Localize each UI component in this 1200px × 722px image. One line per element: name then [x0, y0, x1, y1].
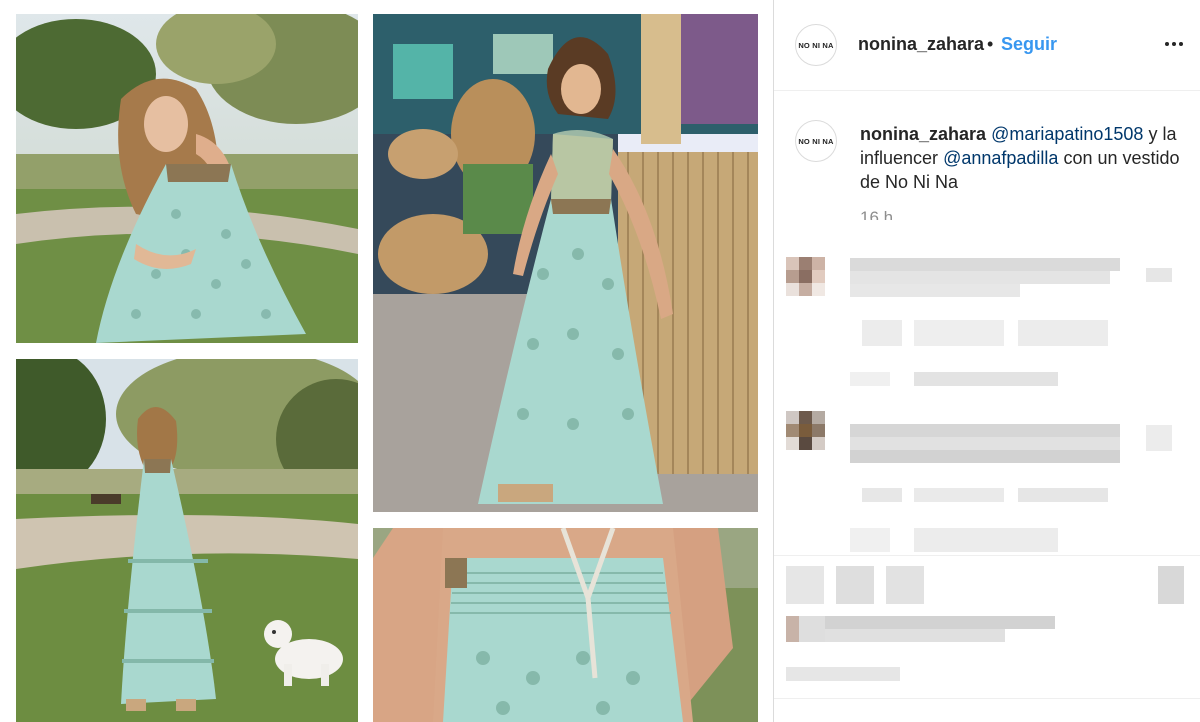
- mention-link[interactable]: @annafpadilla: [943, 148, 1058, 168]
- timestamp-mask: [854, 220, 914, 232]
- photo-dress-back-detail: [373, 528, 758, 722]
- photo-woman-tv-set: [373, 14, 758, 512]
- photo-woman-crouching-park: [16, 14, 358, 343]
- caption-avatar-label: NO NI NA: [798, 136, 834, 146]
- divider: [774, 555, 1200, 556]
- divider: [774, 698, 1200, 699]
- more-horizontal-icon[interactable]: [1160, 30, 1188, 58]
- photo-collage: [0, 0, 773, 722]
- caption-avatar[interactable]: NO NI NA: [795, 120, 837, 162]
- username-link[interactable]: nonina_zahara: [858, 34, 984, 55]
- mention-link[interactable]: @mariapatino1508: [991, 124, 1143, 144]
- caption-username[interactable]: nonina_zahara: [860, 124, 986, 144]
- post-caption: nonina_zahara @mariapatino1508 y la infl…: [860, 122, 1180, 194]
- post-side-panel: NO NI NA nonina_zahara • Seguir NO NI NA…: [773, 0, 1200, 722]
- follow-button[interactable]: Seguir: [1001, 34, 1057, 55]
- avatar[interactable]: NO NI NA: [795, 24, 837, 66]
- post-header: NO NI NA nonina_zahara • Seguir: [774, 0, 1200, 91]
- photo-woman-with-dog: [16, 359, 358, 722]
- separator-dot: •: [987, 34, 994, 54]
- avatar-label: NO NI NA: [798, 40, 834, 50]
